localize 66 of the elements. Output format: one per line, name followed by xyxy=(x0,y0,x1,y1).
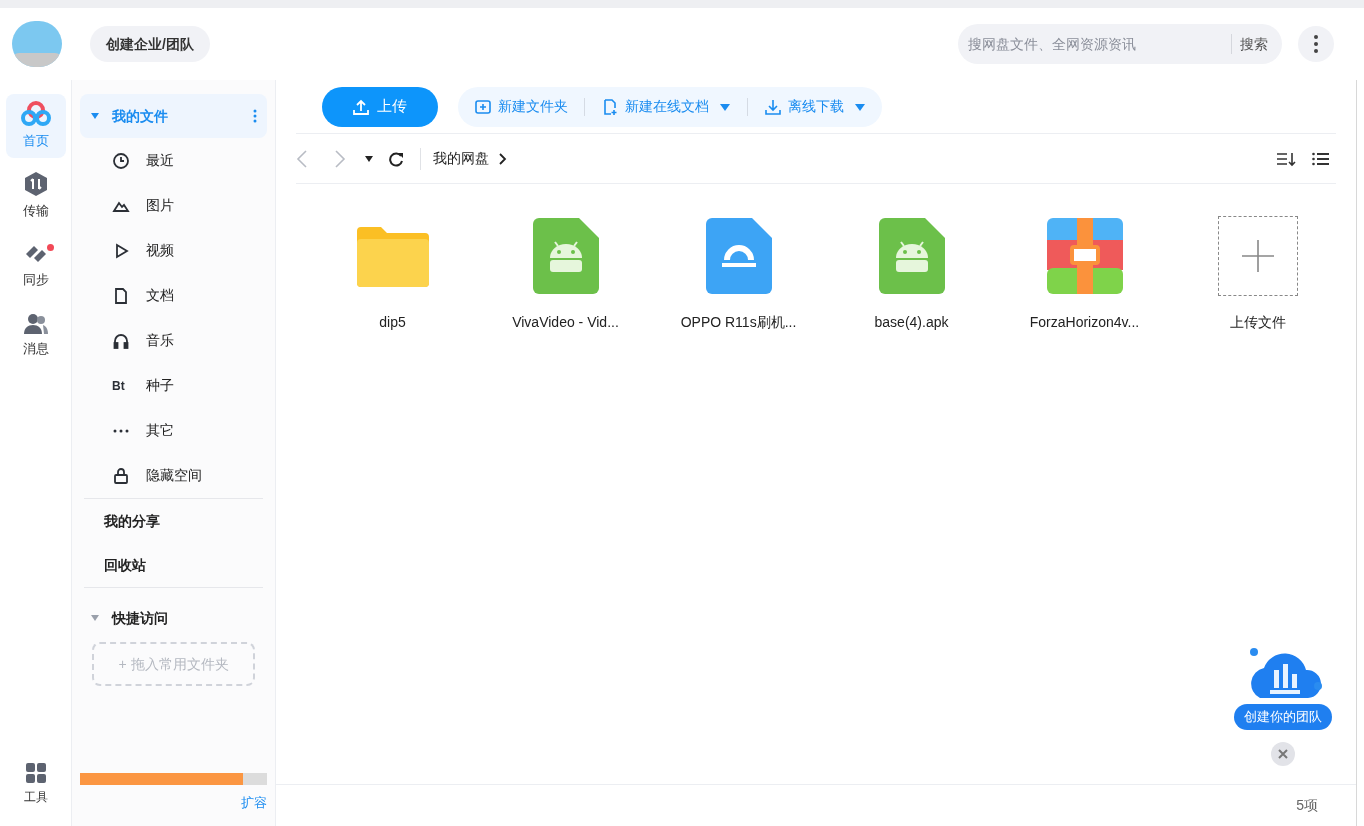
grid-icon xyxy=(24,762,47,784)
file-tile[interactable]: base(4).apk xyxy=(825,216,998,333)
my-files-label: 我的文件 xyxy=(112,106,168,126)
caret-icon xyxy=(90,613,100,623)
archive-icon xyxy=(1046,218,1123,294)
refresh-icon[interactable] xyxy=(388,150,404,167)
quick-access-header[interactable]: 快捷访问 xyxy=(80,596,267,640)
sort-icon[interactable] xyxy=(1276,150,1296,167)
torrent-icon: Bt xyxy=(112,376,130,395)
tools-label: 工具 xyxy=(23,789,48,806)
clock-icon xyxy=(112,151,130,170)
download-icon xyxy=(764,97,782,116)
caret-icon[interactable] xyxy=(364,154,374,163)
create-team-button[interactable]: 创建企业/团队 xyxy=(90,26,210,62)
close-button[interactable] xyxy=(1271,742,1295,766)
sidebar-item[interactable]: 最近 xyxy=(80,138,267,183)
upload-file-tile[interactable]: 上传文件 xyxy=(1171,216,1344,333)
more-menu-button[interactable] xyxy=(1298,26,1334,62)
nav-tab[interactable]: 传输 xyxy=(5,164,66,228)
headphones-icon xyxy=(112,331,130,350)
sidebar-item[interactable]: 文档 xyxy=(80,273,267,318)
sidebar-item[interactable]: 图片 xyxy=(80,183,267,228)
file-name: OPPO R11s刷机... xyxy=(680,313,797,332)
file-name: 上传文件 xyxy=(1229,313,1286,332)
caret-icon xyxy=(90,111,100,121)
breadcrumb-link[interactable]: 我的网盘 xyxy=(433,148,489,169)
sidebar-item[interactable]: 视频 xyxy=(80,228,267,273)
item-count: 5项 xyxy=(1296,796,1318,815)
more-icon[interactable] xyxy=(253,109,257,123)
sidebar-item[interactable]: 音乐 xyxy=(80,318,267,363)
close-icon xyxy=(1278,749,1288,759)
list-view-icon[interactable] xyxy=(1312,150,1330,167)
more-icon xyxy=(112,428,130,433)
file-tile[interactable]: dip5 xyxy=(306,216,479,333)
sidebar-item[interactable]: 隐藏空间 xyxy=(80,453,267,498)
add-icon xyxy=(1217,216,1298,296)
sidebar-item[interactable]: Bt 种子 xyxy=(80,363,267,408)
search-button[interactable]: 搜索 xyxy=(1240,33,1268,55)
document-plus-icon xyxy=(601,97,619,116)
file-name: VivaVideo - Vid... xyxy=(512,313,619,332)
transfer-icon xyxy=(23,171,48,198)
search-field[interactable]: 搜网盘文件、全网资源资讯 搜索 xyxy=(958,24,1282,64)
file-name: dip5 xyxy=(379,313,406,332)
document-icon xyxy=(112,286,130,305)
nav-tab[interactable]: 消息 xyxy=(5,304,66,368)
folder-plus-icon xyxy=(474,97,492,116)
file-icon xyxy=(705,218,772,294)
file-tile[interactable]: OPPO R11s刷机... xyxy=(652,216,825,333)
tools-button[interactable]: 工具 xyxy=(23,762,48,806)
cloud-logo-icon xyxy=(20,101,51,128)
file-name: ForzaHorizon4v... xyxy=(1029,313,1140,332)
sidebar-link[interactable]: 我的分享 xyxy=(80,499,267,543)
chevron-icon xyxy=(499,152,507,165)
expand-storage-link[interactable]: 扩容 xyxy=(241,792,267,812)
sidebar-link[interactable]: 回收站 xyxy=(80,543,267,587)
file-name: base(4).apk xyxy=(874,313,949,332)
upload-icon xyxy=(353,98,369,115)
lock-icon xyxy=(112,466,130,485)
nav-tab[interactable]: 同步 xyxy=(5,234,66,298)
android-file-icon xyxy=(878,218,945,294)
android-file-icon xyxy=(532,218,599,294)
create-team-banner[interactable]: 创建你的团队 xyxy=(1234,704,1332,730)
people-icon xyxy=(22,313,49,336)
file-tile[interactable]: VivaVideo - Vid... xyxy=(479,216,652,333)
sidebar-item[interactable]: 其它 xyxy=(80,408,267,453)
file-tile[interactable]: ForzaHorizon4v... xyxy=(998,216,1171,333)
